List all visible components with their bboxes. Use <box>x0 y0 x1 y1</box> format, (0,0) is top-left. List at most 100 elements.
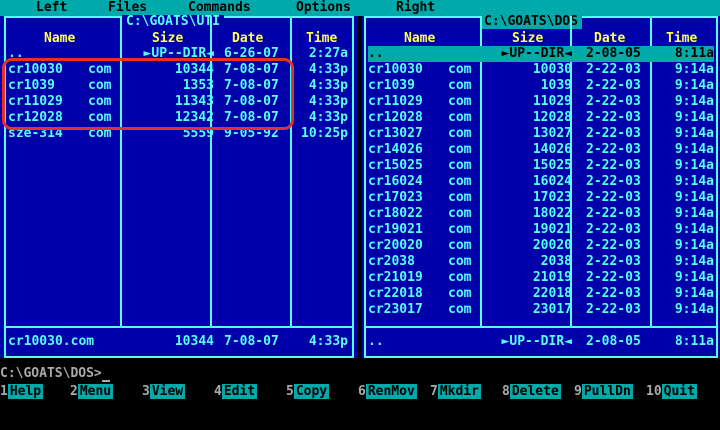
file-size: 17023 <box>532 190 572 205</box>
file-size: 2038 <box>540 254 572 269</box>
fkey-number: 10 <box>646 384 662 399</box>
file-name: cr14026 <box>368 142 423 157</box>
fkey-label: PullDn <box>581 384 633 399</box>
right-header-size[interactable]: Size <box>512 32 543 46</box>
fkey-renmov[interactable]: 6 RenMov <box>358 383 417 400</box>
left-header-date[interactable]: Date <box>232 32 263 46</box>
fkey-number: 4 <box>214 384 222 399</box>
file-time: 9:14a <box>674 110 714 125</box>
cursor <box>101 380 110 382</box>
fkey-copy[interactable]: 5 Copy <box>286 383 330 400</box>
file-ext: com <box>448 110 472 125</box>
fkey-help[interactable]: 1 Help <box>0 383 44 400</box>
file-date: 2-22-03 <box>586 222 641 237</box>
right-header-name[interactable]: Name <box>404 32 435 46</box>
file-row[interactable]: cr20020 com 20020 2-22-03 9:14a <box>368 238 714 254</box>
right-header-time[interactable]: Time <box>666 32 697 46</box>
file-time: 9:14a <box>674 174 714 189</box>
file-time: 10:25p <box>301 126 348 141</box>
fkey-label: Menu <box>77 384 114 399</box>
file-date: 2-22-03 <box>586 142 641 157</box>
file-time: 9:14a <box>674 270 714 285</box>
file-size: 16024 <box>532 174 572 189</box>
file-date: 2-22-03 <box>586 174 641 189</box>
file-row[interactable]: cr14026 com 14026 2-22-03 9:14a <box>368 142 714 158</box>
file-date: 2-22-03 <box>586 110 641 125</box>
file-size: 14026 <box>532 142 572 157</box>
file-row[interactable]: cr10030 com 10030 2-22-03 9:14a <box>368 62 714 78</box>
file-row[interactable]: cr12028 com 12028 2-22-03 9:14a <box>368 110 714 126</box>
file-name: cr12028 <box>368 110 423 125</box>
file-ext: com <box>448 254 472 269</box>
left-panel-title: C:\GOATS\UTI <box>122 15 224 29</box>
right-status-divider <box>364 326 718 328</box>
file-time: 9:14a <box>674 302 714 317</box>
fkey-number: 3 <box>142 384 150 399</box>
file-row[interactable]: cr11029 com 11029 2-22-03 9:14a <box>368 94 714 110</box>
file-size: 1039 <box>540 78 572 93</box>
right-panel[interactable]: C:\GOATS\DOS Name Size Date Time .. ►UP--… <box>362 15 720 358</box>
fkey-edit[interactable]: 4 Edit <box>214 383 258 400</box>
file-ext: com <box>448 270 472 285</box>
file-time: 9:14a <box>674 190 714 205</box>
function-key-bar: 1 Help 2 Menu 3 View 4 Edit 5 Copy 6 RenMov 7 Mkdir 8 D… <box>0 383 720 400</box>
file-size: 22018 <box>532 286 572 301</box>
file-row[interactable]: cr16024 com 16024 2-22-03 9:14a <box>368 174 714 190</box>
left-header-name[interactable]: Name <box>44 32 75 46</box>
left-header-time[interactable]: Time <box>306 32 337 46</box>
fkey-number: 1 <box>0 384 8 399</box>
file-date: 2-22-03 <box>586 62 641 77</box>
menu-bar: Left Files Commands Options Right <box>0 0 720 16</box>
file-ext: com <box>448 174 472 189</box>
file-name: cr13027 <box>368 126 423 141</box>
fkey-mkdir[interactable]: 7 Mkdir <box>430 383 481 400</box>
file-row[interactable]: cr22018 com 22018 2-22-03 9:14a <box>368 286 714 302</box>
file-name: cr17023 <box>368 190 423 205</box>
file-row[interactable]: cr15025 com 15025 2-22-03 9:14a <box>368 158 714 174</box>
file-row[interactable]: cr21019 com 21019 2-22-03 9:14a <box>368 270 714 286</box>
fkey-quit[interactable]: 10 Quit <box>646 383 697 400</box>
file-name: cr10030 <box>368 62 423 77</box>
fkey-label: Mkdir <box>437 384 481 399</box>
file-date: 2-22-03 <box>586 126 641 141</box>
right-status-date: 2-08-05 <box>586 334 641 349</box>
file-row[interactable]: cr17023 com 17023 2-22-03 9:14a <box>368 190 714 206</box>
right-header-date[interactable]: Date <box>594 32 625 46</box>
fkey-view[interactable]: 3 View <box>142 383 186 400</box>
right-status-size: ►UP--DIR◄ <box>501 334 572 349</box>
file-row[interactable]: cr13027 com 13027 2-22-03 9:14a <box>368 126 714 142</box>
file-time: 9:14a <box>674 222 714 237</box>
file-row[interactable]: .. ►UP--DIR◄ 2-08-05 8:11a <box>368 46 714 62</box>
file-name: cr21019 <box>368 270 423 285</box>
fkey-menu[interactable]: 2 Menu <box>70 383 114 400</box>
file-row[interactable]: cr2038 com 2038 2-22-03 9:14a <box>368 254 714 270</box>
file-date: 2-22-03 <box>586 158 641 173</box>
file-name: cr16024 <box>368 174 423 189</box>
file-row[interactable]: cr1039 com 1039 2-22-03 9:14a <box>368 78 714 94</box>
file-row[interactable]: cr19021 com 19021 2-22-03 9:14a <box>368 222 714 238</box>
command-line[interactable]: C:\GOATS\DOS> <box>0 366 720 382</box>
file-row[interactable]: cr23017 com 23017 2-22-03 9:14a <box>368 302 714 318</box>
file-date: 2-22-03 <box>586 270 641 285</box>
file-ext: com <box>448 158 472 173</box>
right-panel-title: C:\GOATS\DOS <box>480 15 582 29</box>
file-size: 10030 <box>532 62 572 77</box>
file-ext: com <box>448 238 472 253</box>
command-prompt: C:\GOATS\DOS> <box>0 366 102 381</box>
left-status-time: 4:33p <box>308 334 348 349</box>
file-name: cr11029 <box>368 94 423 109</box>
left-header-size[interactable]: Size <box>152 32 183 46</box>
menu-left[interactable]: Left <box>36 0 67 16</box>
menu-right[interactable]: Right <box>396 0 435 16</box>
file-time: 9:14a <box>674 286 714 301</box>
file-name: cr20020 <box>368 238 423 253</box>
file-date: 2-22-03 <box>586 302 641 317</box>
file-ext: com <box>448 142 472 157</box>
file-time: 4:33p <box>308 62 348 77</box>
fkey-delete[interactable]: 8 Delete <box>502 383 561 400</box>
file-row[interactable]: cr18022 com 18022 2-22-03 9:14a <box>368 206 714 222</box>
fkey-pulldn[interactable]: 9 PullDn <box>574 383 633 400</box>
menu-options[interactable]: Options <box>296 0 351 16</box>
file-ext: com <box>448 206 472 221</box>
file-time: 8:11a <box>674 46 714 61</box>
